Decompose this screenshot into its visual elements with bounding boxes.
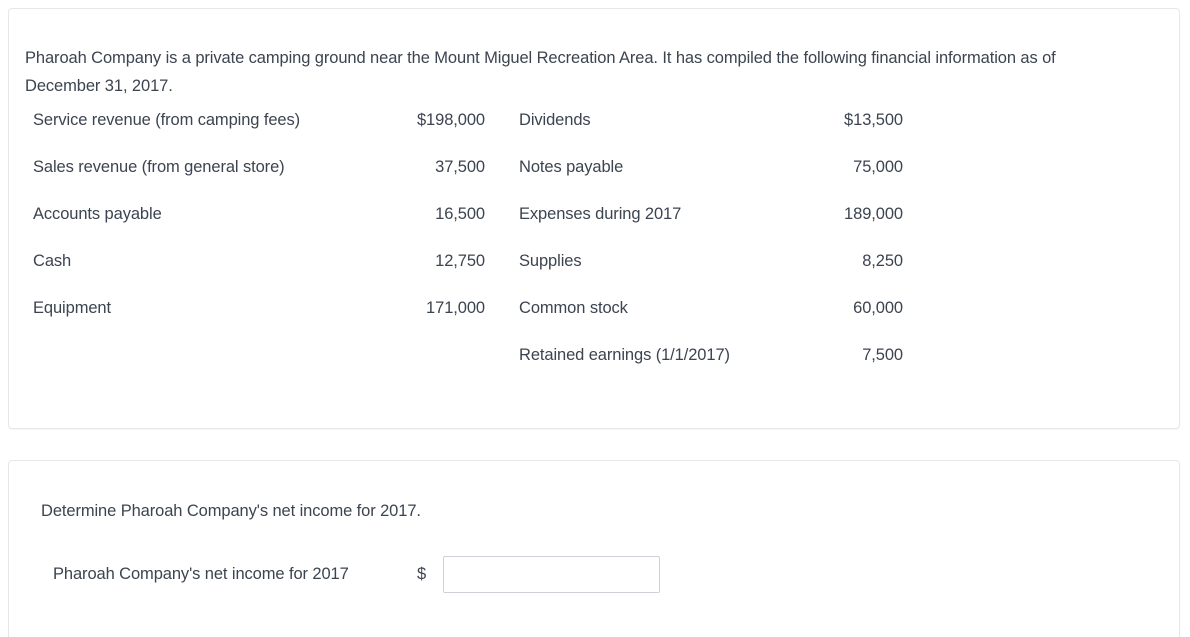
account-amount: 171,000 xyxy=(426,299,485,317)
table-row: Common stock 60,000 xyxy=(519,299,909,346)
table-row: Service revenue (from camping fees) $198… xyxy=(33,111,493,158)
account-amount: $198,000 xyxy=(416,111,485,129)
question-prompt: Determine Pharoah Company's net income f… xyxy=(41,501,421,520)
table-row: Cash 12,750 xyxy=(33,252,493,299)
account-label: Dividends xyxy=(519,111,591,129)
answer-label: Pharoah Company's net income for 2017 xyxy=(53,565,349,583)
table-row: Equipment 171,000 xyxy=(33,299,493,346)
table-row: Retained earnings (1/1/2017) 7,500 xyxy=(519,346,909,393)
account-label: Notes payable xyxy=(519,158,624,176)
account-amount: 12,750 xyxy=(435,252,485,270)
account-amount: 189,000 xyxy=(844,205,903,223)
table-row: Notes payable 75,000 xyxy=(519,158,909,205)
table-row: Sales revenue (from general store) 37,50… xyxy=(33,158,493,205)
account-label: Cash xyxy=(33,252,72,270)
account-amount: 75,000 xyxy=(853,158,903,176)
table-row: Accounts payable 16,500 xyxy=(33,205,493,252)
account-amount: 7,500 xyxy=(862,346,903,364)
account-amount: 37,500 xyxy=(435,158,485,176)
account-label: Common stock xyxy=(519,299,628,317)
account-amount: 16,500 xyxy=(435,205,485,223)
account-label: Equipment xyxy=(33,299,111,317)
question-card: Determine Pharoah Company's net income f… xyxy=(8,460,1180,637)
account-amount: 60,000 xyxy=(853,299,903,317)
problem-intro-text: Pharoah Company is a private camping gro… xyxy=(25,48,1056,95)
account-label: Accounts payable xyxy=(33,205,162,223)
currency-symbol: $ xyxy=(417,565,427,583)
page-root: Pharoah Company is a private camping gro… xyxy=(0,0,1190,637)
account-amount: 8,250 xyxy=(862,252,903,270)
table-row: Expenses during 2017 189,000 xyxy=(519,205,909,252)
net-income-input[interactable] xyxy=(443,556,660,593)
account-label: Retained earnings (1/1/2017) xyxy=(519,346,730,364)
account-label: Supplies xyxy=(519,252,582,270)
financial-column-right: Dividends $13,500 Notes payable 75,000 E… xyxy=(519,111,909,393)
account-amount: $13,500 xyxy=(844,111,903,129)
table-row: Dividends $13,500 xyxy=(519,111,909,158)
problem-statement-card: Pharoah Company is a private camping gro… xyxy=(8,8,1180,429)
account-label: Service revenue (from camping fees) xyxy=(33,111,301,129)
answer-row: Pharoah Company's net income for 2017 $ xyxy=(53,556,660,593)
account-label: Expenses during 2017 xyxy=(519,205,682,223)
table-row: Supplies 8,250 xyxy=(519,252,909,299)
financial-column-left: Service revenue (from camping fees) $198… xyxy=(33,111,493,346)
account-label: Sales revenue (from general store) xyxy=(33,158,285,176)
